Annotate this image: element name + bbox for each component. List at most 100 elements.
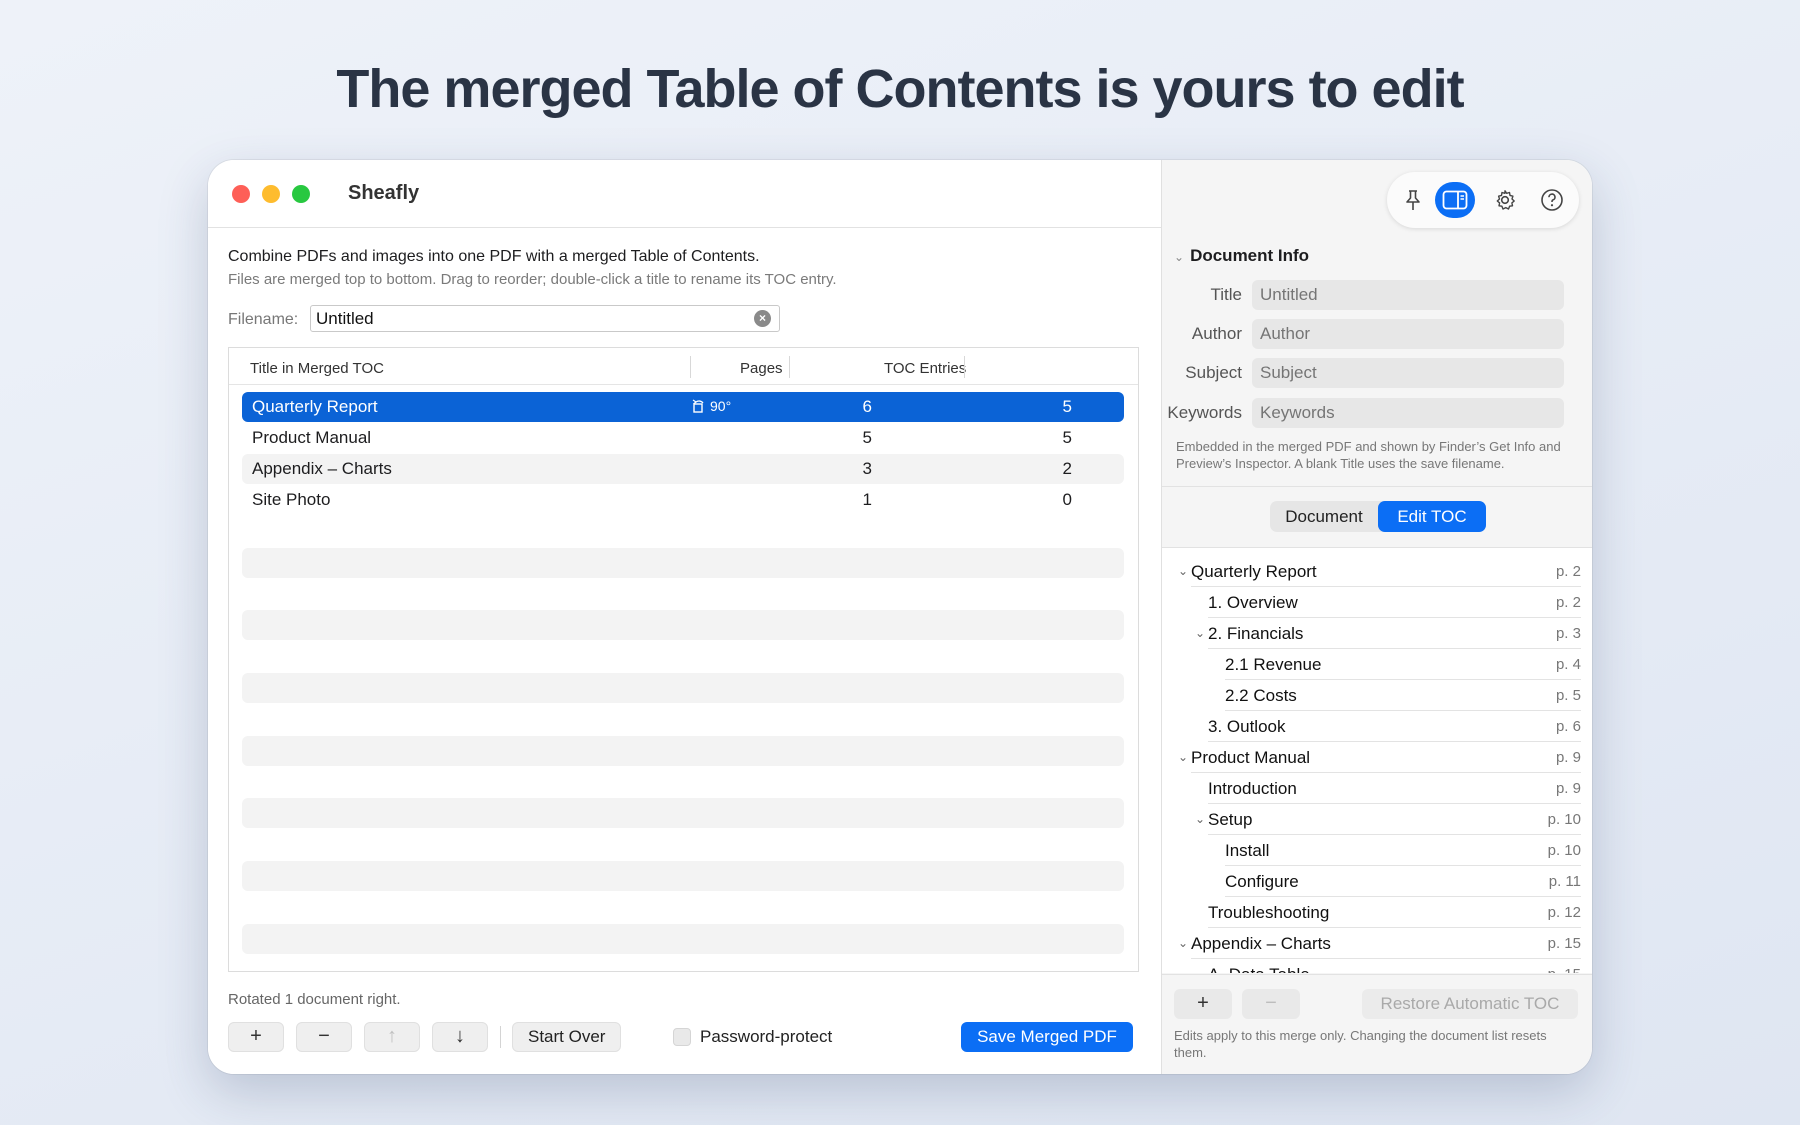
row-pages: 1 <box>862 490 872 509</box>
empty-row <box>242 924 1124 954</box>
toc-entry-label[interactable]: 3. Outlook <box>1208 717 1286 737</box>
inspector-toolbar <box>1387 172 1579 228</box>
column-header-title[interactable]: Title in Merged TOC <box>250 358 384 380</box>
gear-icon[interactable] <box>1485 182 1525 218</box>
column-divider <box>964 356 965 378</box>
row-title: Site Photo <box>252 490 331 509</box>
table-row[interactable]: Appendix – Charts 3 2 <box>242 454 1124 484</box>
save-merged-pdf-button[interactable]: Save Merged PDF <box>961 1022 1133 1052</box>
toc-entry[interactable]: ⌄ 2. Financials p. 3 <box>1162 618 1592 649</box>
toc-entry-page: p. 15 <box>1547 935 1581 952</box>
toc-entry-page: p. 12 <box>1547 904 1581 921</box>
rotate-icon <box>692 399 704 413</box>
view-mode-segmented-control: Document Edit TOC <box>1270 501 1486 532</box>
clear-filename-icon[interactable]: × <box>754 310 771 327</box>
row-title: Appendix – Charts <box>252 459 392 478</box>
toc-entry-label[interactable]: Troubleshooting <box>1208 903 1329 923</box>
toc-entry-page: p. 10 <box>1547 811 1581 828</box>
chevron-down-icon[interactable]: ⌄ <box>1178 936 1188 950</box>
toc-entry-label[interactable]: 2.1 Revenue <box>1225 655 1321 675</box>
move-up-button[interactable]: ↑ <box>364 1022 420 1052</box>
keywords-field[interactable] <box>1252 398 1564 428</box>
table-row[interactable]: Product Manual 5 5 <box>242 423 1124 453</box>
empty-row <box>242 798 1124 828</box>
add-file-button[interactable]: + <box>228 1022 284 1052</box>
chevron-down-icon[interactable]: ⌄ <box>1195 626 1205 640</box>
row-toc-entries: 5 <box>1062 428 1072 447</box>
remove-toc-entry-button[interactable]: − <box>1242 989 1300 1019</box>
toc-entry-label[interactable]: Quarterly Report <box>1191 562 1317 582</box>
chevron-down-icon[interactable]: ⌄ <box>1178 750 1188 764</box>
table-row[interactable]: Quarterly Report 90° 6 5 <box>242 392 1124 422</box>
zoom-window-button[interactable] <box>292 185 310 203</box>
keywords-field-label: Keywords <box>1167 403 1242 422</box>
subject-field[interactable] <box>1252 358 1564 388</box>
title-bar: Sheafly <box>208 160 1161 228</box>
start-over-button[interactable]: Start Over <box>512 1022 622 1052</box>
sidebar-divider <box>1162 974 1592 975</box>
add-toc-entry-button[interactable]: + <box>1174 989 1232 1019</box>
password-protect-label[interactable]: Password-protect <box>700 1027 832 1047</box>
title-field[interactable] <box>1252 280 1564 310</box>
toc-entry-label[interactable]: Product Manual <box>1191 748 1310 768</box>
toc-entry-page: p. 15 <box>1548 966 1581 973</box>
tab-edit-toc[interactable]: Edit TOC <box>1378 501 1486 532</box>
move-down-button[interactable]: ↓ <box>432 1022 488 1052</box>
toc-entry-label[interactable]: 2. Financials <box>1208 624 1303 644</box>
filename-input[interactable] <box>310 305 780 332</box>
toc-entry-label[interactable]: Setup <box>1208 810 1252 830</box>
sidebar-icon[interactable] <box>1435 182 1475 218</box>
toc-entry[interactable]: 2.1 Revenue p. 4 <box>1162 649 1592 680</box>
toc-entry-label[interactable]: Appendix – Charts <box>1191 934 1331 954</box>
toc-entry[interactable]: ⌄ Quarterly Report p. 2 <box>1162 556 1592 587</box>
toc-entry[interactable]: ⌄ Setup p. 10 <box>1162 804 1592 835</box>
empty-row <box>242 548 1124 578</box>
document-info-heading[interactable]: ⌄ Document Info <box>1174 246 1309 266</box>
toc-entry[interactable]: Install p. 10 <box>1162 835 1592 866</box>
toc-entry[interactable]: A. Data Table p. 15 <box>1162 959 1592 973</box>
pin-icon[interactable] <box>1393 182 1433 218</box>
chevron-down-icon[interactable]: ⌄ <box>1174 250 1184 264</box>
author-field[interactable] <box>1252 319 1564 349</box>
sidebar-divider <box>1162 486 1592 487</box>
toc-entry-label[interactable]: Configure <box>1225 872 1299 892</box>
toc-entry[interactable]: Troubleshooting p. 12 <box>1162 897 1592 928</box>
toc-entry-page: p. 3 <box>1555 625 1581 642</box>
toc-entry[interactable]: 3. Outlook p. 6 <box>1162 711 1592 742</box>
table-row[interactable]: Site Photo 1 0 <box>242 485 1124 515</box>
filename-label: Filename: <box>228 311 299 328</box>
status-message: Rotated 1 document right. <box>228 991 401 1008</box>
app-window: Sheafly Combine PDFs and images into one… <box>208 160 1592 1074</box>
description-secondary: Files are merged top to bottom. Drag to … <box>228 271 837 288</box>
toc-entry-page: p. 10 <box>1547 842 1581 859</box>
toc-entry[interactable]: Configure p. 11 <box>1162 866 1592 897</box>
toc-entry[interactable]: 2.2 Costs p. 5 <box>1162 680 1592 711</box>
toc-entry-page: p. 5 <box>1555 687 1581 704</box>
help-icon[interactable] <box>1532 182 1572 218</box>
remove-file-button[interactable]: − <box>296 1022 352 1052</box>
toc-entry[interactable]: ⌄ Product Manual p. 9 <box>1162 742 1592 773</box>
column-header-toc-entries[interactable]: TOC Entries <box>884 358 966 380</box>
row-toc-entries: 0 <box>1062 490 1072 509</box>
empty-row <box>242 673 1124 703</box>
toc-entry-label[interactable]: Install <box>1225 841 1269 861</box>
toc-entry-page: p. 2 <box>1555 594 1581 611</box>
toc-entry-label[interactable]: A. Data Table <box>1208 965 1310 973</box>
toc-entry[interactable]: ⌄ Appendix – Charts p. 15 <box>1162 928 1592 959</box>
chevron-down-icon[interactable]: ⌄ <box>1178 564 1188 578</box>
author-field-label: Author <box>1191 324 1242 343</box>
column-header-pages[interactable]: Pages <box>740 358 783 380</box>
header-divider <box>229 384 1138 385</box>
toc-entry-label[interactable]: 2.2 Costs <box>1225 686 1297 706</box>
toc-entry[interactable]: Introduction p. 9 <box>1162 773 1592 804</box>
toc-entry[interactable]: 1. Overview p. 2 <box>1162 587 1592 618</box>
chevron-down-icon[interactable]: ⌄ <box>1195 812 1205 826</box>
description-primary: Combine PDFs and images into one PDF wit… <box>228 248 760 265</box>
minimize-window-button[interactable] <box>262 185 280 203</box>
toc-entry-label[interactable]: Introduction <box>1208 779 1297 799</box>
close-window-button[interactable] <box>232 185 250 203</box>
restore-automatic-toc-button[interactable]: Restore Automatic TOC <box>1362 989 1578 1019</box>
toc-entry-label[interactable]: 1. Overview <box>1208 593 1298 613</box>
password-protect-checkbox[interactable] <box>673 1028 691 1046</box>
tab-document[interactable]: Document <box>1270 501 1378 532</box>
